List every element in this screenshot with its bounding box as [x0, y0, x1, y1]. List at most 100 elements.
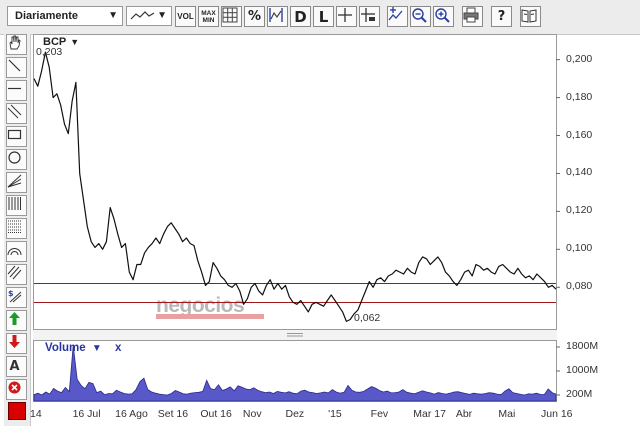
x-tick-label: Abr — [455, 408, 473, 420]
period-select[interactable]: Diariamente ▼ — [7, 6, 123, 26]
zoom-out-button[interactable] — [410, 6, 431, 27]
channel-lines-icon — [7, 265, 22, 280]
arc-icon — [7, 248, 22, 256]
help-button[interactable]: ? — [491, 6, 512, 27]
max-value-label: 0,203 — [36, 46, 63, 58]
x-tick-label: 16 Jul — [72, 408, 101, 420]
zoom-chart-button[interactable] — [387, 6, 408, 27]
x-tick-label: Mai — [498, 408, 516, 420]
hand-icon — [9, 35, 21, 50]
fibonacci-levels-icon — [8, 220, 21, 233]
x-tick-label: Nov — [242, 408, 262, 420]
grid-icon — [222, 7, 238, 23]
x-tick-label: '15 — [328, 408, 342, 420]
drawing-tools-panel: $ A — [4, 34, 31, 426]
text-icon: A — [10, 359, 20, 372]
circle-icon — [8, 151, 21, 164]
buy-arrow-icon — [9, 312, 20, 325]
daily-button[interactable]: D — [290, 6, 311, 27]
y-tick-label: 0,160 — [566, 128, 593, 141]
parallel-channel-icon — [7, 104, 22, 119]
sell-arrow-tool-button[interactable] — [6, 333, 27, 354]
arc-tool-button[interactable] — [6, 241, 27, 262]
delete-drawings-button[interactable] — [6, 379, 27, 400]
volume-tick-label: 200M — [566, 388, 593, 400]
horizontal-line-tool-button[interactable] — [6, 80, 27, 101]
volume-title: Volume — [45, 342, 86, 354]
crosshair-values-icon — [361, 8, 375, 22]
compare-chart-icon — [269, 8, 283, 22]
fibonacci-levels-tool-button[interactable] — [6, 218, 27, 239]
svg-text:A: A — [10, 359, 20, 372]
dollar-lines-icon: $ — [8, 289, 22, 303]
min-value-label: 0,062 — [354, 312, 381, 324]
manual-button[interactable] — [520, 6, 541, 27]
sell-arrow-icon — [9, 335, 20, 348]
volume-toggle-button[interactable]: VOL — [175, 6, 196, 27]
horizontal-line-icon — [8, 87, 21, 90]
x-tick-label: Mar 17 — [413, 408, 446, 420]
book-icon — [521, 9, 537, 23]
chart-toolbar: Diariamente ▼ ▼ VOL MAX MIN % D L ? — [0, 0, 640, 35]
pane-splitter[interactable] — [33, 330, 557, 340]
period-select-value: Diariamente — [15, 10, 78, 22]
rectangle-tool-button[interactable] — [6, 126, 27, 147]
x-tick-label: 14 — [30, 408, 42, 420]
percent-scale-button[interactable]: % — [244, 6, 265, 27]
fan-icon — [7, 174, 22, 188]
chevron-down-icon: ▼ — [108, 10, 118, 21]
y-tick-label: 0,080 — [566, 280, 593, 293]
x-tick-label: Jun 16 — [541, 408, 573, 420]
dollar-lines-tool-button[interactable]: $ — [6, 287, 27, 308]
volume-tick-label: 1800M — [566, 340, 599, 352]
print-button[interactable] — [462, 6, 483, 27]
fibonacci-retracement-tool-button[interactable] — [6, 195, 27, 216]
grid-toggle-button[interactable] — [221, 6, 242, 27]
chevron-down-icon: ▼ — [157, 10, 167, 21]
volume-menu-button[interactable]: ▼ — [92, 343, 102, 354]
volume-indicator-label: Volume ▼ x — [45, 342, 121, 354]
line-chart-icon — [130, 11, 155, 20]
price-chart-pane[interactable] — [33, 34, 557, 330]
printer-icon — [463, 7, 479, 23]
x-tick-label: Out 16 — [200, 408, 232, 420]
y-tick-label: 0,140 — [566, 166, 593, 179]
x-tick-label: Set 16 — [157, 408, 189, 420]
chart-type-select[interactable]: ▼ — [126, 6, 172, 26]
volume-close-button[interactable]: x — [115, 342, 121, 354]
circle-tool-button[interactable] — [6, 149, 27, 170]
x-tick-label: Fev — [370, 408, 389, 420]
hand-tool-button[interactable] — [6, 34, 27, 55]
maxmin-toggle-button[interactable]: MAX MIN — [198, 6, 219, 27]
zoom-out-icon — [412, 8, 427, 23]
y-tick-label: 0,100 — [566, 242, 593, 255]
y-tick-label: 0,200 — [566, 52, 593, 65]
chevron-down-icon: ▼ — [70, 37, 80, 47]
parallel-line-tool-button[interactable] — [6, 103, 27, 124]
crosshair-values-button[interactable] — [359, 6, 380, 27]
channel-lines-tool-button[interactable] — [6, 264, 27, 285]
svg-text:$: $ — [8, 289, 14, 298]
trend-line-icon — [8, 59, 21, 72]
fibonacci-retracement-icon — [8, 197, 21, 210]
y-tick-label: 0,180 — [566, 90, 593, 103]
text-tool-button[interactable]: A — [6, 356, 27, 377]
x-tick-label: Dez — [285, 408, 305, 420]
fan-tool-button[interactable] — [6, 172, 27, 193]
zoom-in-button[interactable] — [433, 6, 454, 27]
crosshair-button[interactable] — [336, 6, 357, 27]
compare-button[interactable] — [267, 6, 288, 27]
log-scale-button[interactable]: L — [313, 6, 334, 27]
zoom-in-icon — [435, 8, 450, 23]
color-picker-button[interactable] — [8, 402, 26, 420]
trend-line-tool-button[interactable] — [6, 57, 27, 78]
zoom-chart-icon — [388, 7, 403, 21]
volume-tick-label: 1000M — [566, 364, 599, 376]
rectangle-icon — [7, 129, 22, 140]
delete-icon — [8, 381, 21, 394]
y-tick-label: 0,120 — [566, 204, 593, 217]
x-tick-label: 16 Ago — [115, 408, 148, 420]
watermark-bar — [156, 314, 264, 319]
buy-arrow-tool-button[interactable] — [6, 310, 27, 331]
crosshair-icon — [338, 8, 352, 22]
